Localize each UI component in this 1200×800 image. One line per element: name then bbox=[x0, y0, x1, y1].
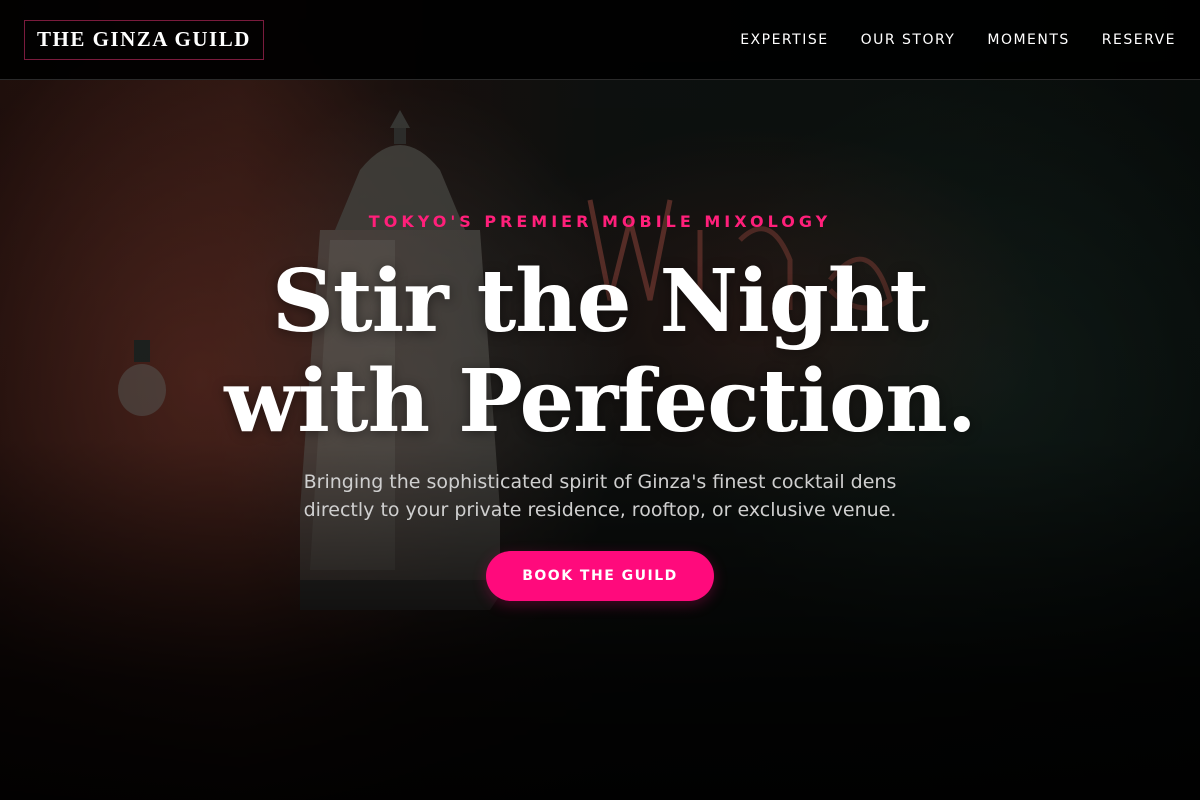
hero-subtext-line-2: directly to your private residence, roof… bbox=[303, 499, 897, 521]
hero-headline-line-2: with Perfection. bbox=[224, 351, 977, 452]
hero-headline: Stir the Night with Perfection. bbox=[0, 252, 1200, 452]
hero-eyebrow: TOKYO'S PREMIER MOBILE MIXOLOGY bbox=[368, 212, 832, 231]
hero-section: TOKYO'S PREMIER MOBILE MIXOLOGY Stir the… bbox=[0, 0, 1200, 800]
hero-subtext: Bringing the sophisticated spirit of Gin… bbox=[280, 468, 920, 524]
book-the-guild-button[interactable]: BOOK THE GUILD bbox=[486, 551, 714, 601]
hero-subtext-line-1: Bringing the sophisticated spirit of Gin… bbox=[303, 471, 897, 493]
hero-headline-line-1: Stir the Night bbox=[271, 251, 929, 352]
